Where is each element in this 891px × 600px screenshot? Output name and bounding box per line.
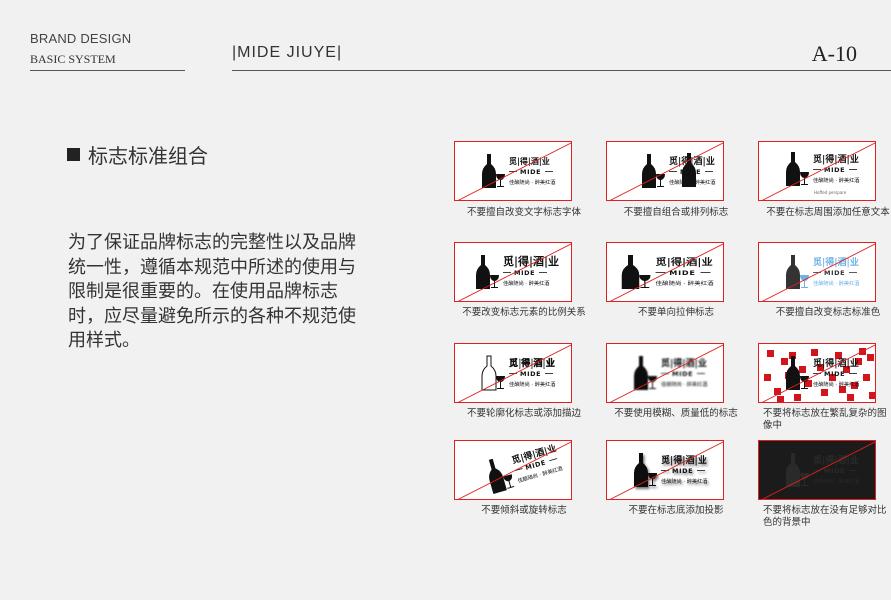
brand-design-label: BRAND DESIGN <box>30 31 132 46</box>
logo-slogan-text: 佳酿随尚 · 醉美红酒 <box>503 279 549 287</box>
noise-square <box>764 374 771 381</box>
logo-name-text: 觅|得|酒|业 <box>813 256 859 268</box>
logo-illustration: 觅|得|酒|业MIDE 佳酿随尚 · 醉美红酒 <box>759 441 875 499</box>
logo-name-text: 觅|得|酒|业 <box>813 454 859 466</box>
misuse-example-card: 觅|得|酒|业MIDE 佳酿随尚 · 醉美红酒 <box>758 242 876 302</box>
logo-name-text: 觅|得|酒|业 <box>661 454 707 466</box>
noise-square <box>781 358 788 365</box>
logo-illustration: 觅|得|酒|业MIDE佳酿随尚 · 醉美红酒Hoffed perspare <box>761 142 875 200</box>
wine-bottle-icon <box>482 154 496 188</box>
misuse-example-card: 觅|得|酒|业MIDE 佳酿随尚 · 醉美红酒 <box>758 343 876 403</box>
logo-slogan-text: 佳酿随尚 · 醉美红酒 <box>813 477 859 485</box>
logo-illustration: 觅|得|酒|业MIDE 佳酿随尚 · 醉美红酒 <box>609 441 723 499</box>
logo-slogan-text: 佳酿随尚 · 醉美红酒 <box>661 380 707 388</box>
logo-mide-text: MIDE <box>520 168 541 176</box>
logo-illustration: 觅|得|酒|业MIDE 佳酿随尚 · 醉美红酒 <box>761 344 875 402</box>
noise-square <box>811 349 818 356</box>
noise-square <box>799 366 806 373</box>
logo-slogan-text: 佳酿随尚 · 醉美红酒 <box>661 477 707 485</box>
square-bullet-icon <box>67 148 80 161</box>
misuse-caption: 不要倾斜或旋转标志 <box>481 505 567 516</box>
noise-square <box>847 394 854 401</box>
logo-slogan-text: 佳酿随尚 · 醉美红酒 <box>656 280 714 287</box>
noise-square <box>869 392 875 399</box>
section-heading: 标志标准组合 <box>67 140 208 169</box>
logo-name-text: 觅|得|酒|业 <box>813 357 859 369</box>
misuse-example-card: 觅|得|酒|业 MIDE 佳酿随尚 · 醉美红酒 Hoffed perspare <box>758 141 876 201</box>
wine-bottle-icon <box>481 355 497 391</box>
wine-bottle-icon <box>786 255 800 289</box>
logo-slogan-text: 佳酿随尚 · 醉美红酒 <box>813 380 859 388</box>
noise-square <box>835 352 842 359</box>
logo-illustration: 觅|得|酒|业MIDE 佳酿随尚 · 醉美红酒 <box>457 344 571 402</box>
logo-slogan-text: 佳酿随尚 · 醉美红酒 <box>813 279 859 287</box>
header-divider-right <box>232 70 891 71</box>
misuse-example-card: 觅|得|酒|业MIDE佳酿随尚 · 醉美红酒 <box>454 141 572 201</box>
wine-bottle-icon <box>621 255 640 289</box>
misuse-caption: 不要将标志放在没有足够对比色的背景中 <box>763 505 887 528</box>
misuse-caption: 不要轮廓化标志或添加描边 <box>466 408 581 419</box>
logo-slogan-text: 佳酿随尚 · 醉美红酒 <box>509 380 555 388</box>
logo-name-text: 觅|得|酒|业 <box>656 256 713 267</box>
logo-mide-text: MIDE <box>824 467 845 475</box>
logo-mide-text: MIDE <box>520 370 541 378</box>
misuse-caption: 不要擅自组合或排列标志 <box>623 207 729 218</box>
noise-square <box>774 388 781 395</box>
logo-illustration: 觅|得|酒|业MIDE佳酿随尚 · 醉美红酒 <box>457 441 571 499</box>
logo-illustration: 觅|得|酒|业MIDE佳酿随尚 · 醉美红酒 <box>609 142 723 200</box>
noise-square <box>767 350 774 357</box>
noise-square <box>863 374 870 381</box>
misuse-example-card: 觅|得|酒|业MIDE 佳酿随尚 · 醉美红酒 <box>606 343 724 403</box>
misuse-example-card: 觅|得|酒|业MIDE 佳酿随尚 · 醉美红酒 <box>454 242 572 302</box>
misuse-example-card: 觅|得|酒|业MIDE 佳酿随尚 · 醉美红酒 <box>606 440 724 500</box>
noise-square <box>794 394 801 401</box>
misuse-caption: 不要在标志底添加投影 <box>628 505 724 516</box>
misuse-caption: 不要使用模糊、质量低的标志 <box>614 408 738 419</box>
misuse-example-card: 觅|得|酒|业MIDE佳酿随尚 · 醉美红酒 <box>454 440 572 500</box>
misuse-example-card: 觅|得|酒|业MIDE 佳酿随尚 · 醉美红酒 <box>758 440 876 500</box>
section-description: 为了保证品牌标志的完整性以及品牌统一性，遵循本规范中所述的使用与限制是很重要的。… <box>68 232 356 351</box>
wine-bottle-icon <box>634 356 648 390</box>
header-divider-left <box>30 70 185 71</box>
logo-name-text: 觅|得|酒|业 <box>661 357 707 369</box>
wine-bottle-icon <box>786 152 800 186</box>
logo-slogan-text: 佳酿随尚 · 醉美红酒 <box>509 178 555 186</box>
misuse-example-card: 觅|得|酒|业MIDE佳酿随尚 · 醉美红酒 <box>606 141 724 201</box>
misuse-caption: 不要改变标志元素的比例关系 <box>462 307 586 318</box>
page-code: A-10 <box>811 41 857 66</box>
misuse-caption: 不要在标志周围添加任意文本 <box>766 207 890 218</box>
logo-mide-text: MIDE <box>669 269 695 277</box>
noise-square <box>867 354 874 361</box>
wine-bottle-icon <box>488 458 507 494</box>
logo-mide-text: MIDE <box>672 370 693 378</box>
project-title: |MIDE JIUYE| <box>232 44 343 61</box>
wine-bottle-icon <box>786 356 800 390</box>
noise-square <box>821 389 828 396</box>
logo-mide-text: MIDE <box>824 269 845 277</box>
wine-bottle-icon <box>634 453 648 487</box>
misuse-caption: 不要将标志放在繁乱复杂的图像中 <box>763 408 887 431</box>
misuse-caption: 不要擅自改变文字标志字体 <box>466 207 581 218</box>
logo-illustration: 觅|得|酒|业MIDE 佳酿随尚 · 醉美红酒 <box>457 243 571 301</box>
basic-system-label: BASIC SYSTEM <box>30 52 116 66</box>
logo-illustration: 觅|得|酒|业MIDE佳酿随尚 · 醉美红酒 <box>457 142 571 200</box>
logo-slogan-text: 佳酿随尚 · 醉美红酒 <box>813 176 859 184</box>
logo-name-text: 觅|得|酒|业 <box>503 254 559 268</box>
logo-mide-text: MIDE <box>672 467 693 475</box>
misuse-caption: 不要单向拉伸标志 <box>637 307 714 318</box>
logo-illustration: 觅|得|酒|业MIDE 佳酿随尚 · 醉美红酒 <box>609 344 723 402</box>
wine-bottle-icon <box>476 255 490 289</box>
logo-illustration: 觅|得|酒|业MIDE 佳酿随尚 · 醉美红酒 <box>761 243 875 301</box>
misuse-example-card: 觅|得|酒|业MIDE 佳酿随尚 · 醉美红酒 <box>454 343 572 403</box>
logo-mide-text: MIDE <box>824 370 845 378</box>
logo-name-text: 觅|得|酒|业 <box>509 357 555 369</box>
added-text: Hoffed perspare <box>814 190 847 195</box>
noise-square <box>777 396 784 402</box>
misuse-example-card: 觅|得|酒|业 MIDE 佳酿随尚 · 醉美红酒 <box>606 242 724 302</box>
misuse-caption: 不要擅自改变标志标准色 <box>775 307 881 318</box>
logo-mide-text: MIDE <box>514 269 535 277</box>
section-title: 标志标准组合 <box>88 144 208 168</box>
logo-illustration: 觅|得|酒|业 MIDE 佳酿随尚 · 醉美红酒 <box>609 243 723 301</box>
